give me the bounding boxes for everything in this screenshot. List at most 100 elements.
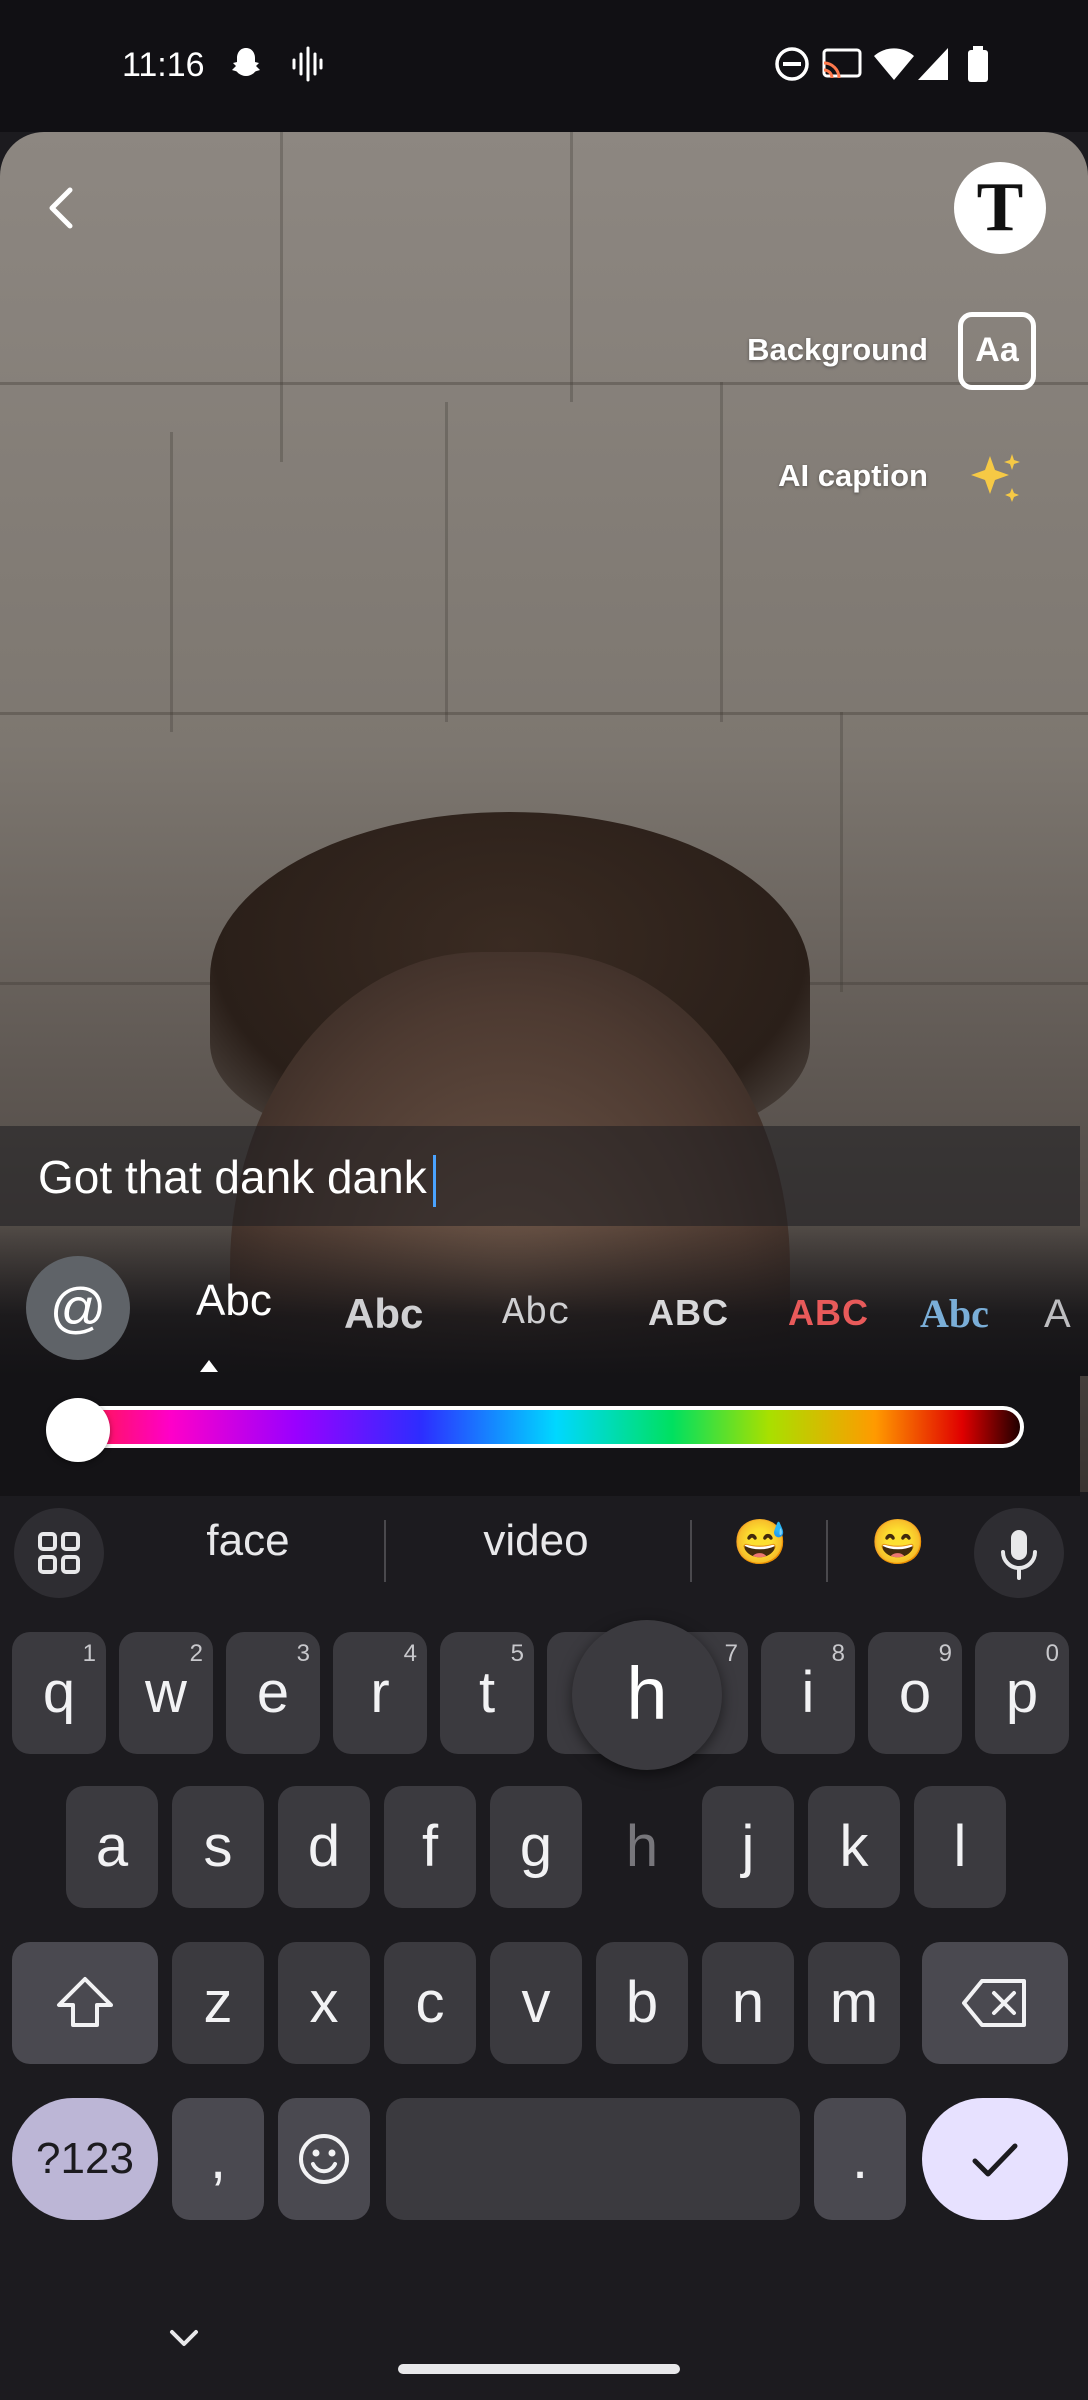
text-tool-button[interactable]: T	[954, 162, 1046, 254]
key-d[interactable]: d	[278, 1786, 370, 1908]
status-time: 11:16	[122, 46, 205, 84]
key-label: w	[145, 1660, 187, 1725]
voice-input-button[interactable]	[974, 1508, 1064, 1598]
font-style-typewriter[interactable]: Abc	[502, 1292, 570, 1335]
keyboard-menu-button[interactable]	[14, 1508, 104, 1598]
key-hint: 9	[938, 1640, 952, 1667]
key-label: e	[256, 1660, 290, 1725]
backspace-key[interactable]	[922, 1942, 1068, 2064]
caption-text: Got that dank dank	[38, 1151, 427, 1203]
key-hint: 2	[189, 1640, 203, 1667]
key-label: p	[1005, 1660, 1039, 1725]
checkmark-icon	[972, 2143, 1018, 2177]
status-bar: 11:16	[0, 0, 1088, 132]
key-hint: 1	[82, 1640, 96, 1667]
key-j[interactable]: j	[702, 1786, 794, 1908]
wall-tile-line	[280, 132, 283, 462]
text-cursor	[432, 1154, 436, 1207]
emoji-key[interactable]	[278, 2098, 370, 2220]
key-z[interactable]: z	[172, 1942, 264, 2064]
caption-bar[interactable]: Got that dank dank	[0, 1126, 1080, 1226]
period-key[interactable]: .	[814, 2098, 906, 2220]
key-hint: 3	[296, 1640, 310, 1667]
key-hint: 4	[403, 1640, 417, 1667]
key-hint: 0	[1045, 1640, 1059, 1667]
apps-grid-icon	[38, 1532, 80, 1574]
key-b[interactable]: b	[596, 1942, 688, 2064]
key-s[interactable]: s	[172, 1786, 264, 1908]
font-style-neon[interactable]: ABC	[788, 1292, 869, 1334]
suggestion-divider	[826, 1520, 828, 1582]
key-hint: 5	[510, 1640, 524, 1667]
key-label: o	[898, 1660, 932, 1725]
backspace-icon	[962, 1979, 1026, 2027]
symbols-key[interactable]: ?123	[12, 2098, 158, 2220]
color-slider-area	[0, 1376, 1080, 1496]
wall-tile-line	[445, 402, 448, 722]
key-r[interactable]: r4	[333, 1632, 427, 1754]
key-f[interactable]: f	[384, 1786, 476, 1908]
ai-caption-label[interactable]: AI caption	[778, 458, 928, 494]
shift-arrow-icon	[57, 1977, 113, 2027]
suggestion-1[interactable]: face	[150, 1516, 346, 1566]
font-style-more[interactable]: A	[1044, 1292, 1071, 1337]
key-w[interactable]: w2	[119, 1632, 213, 1754]
color-slider-track[interactable]	[50, 1406, 1024, 1448]
font-style-label[interactable]: ABC	[648, 1292, 729, 1334]
suggestion-emoji-2[interactable]: 😄	[850, 1516, 946, 1568]
key-v[interactable]: v	[490, 1942, 582, 2064]
shift-key[interactable]	[12, 1942, 158, 2064]
wall-tile-line	[720, 382, 723, 722]
key-a[interactable]: a	[66, 1786, 158, 1908]
key-k[interactable]: k	[808, 1786, 900, 1908]
home-gesture-bar[interactable]	[398, 2364, 680, 2374]
selected-caret-icon	[200, 1360, 218, 1372]
space-key[interactable]	[386, 2098, 800, 2220]
cast-icon	[822, 48, 862, 79]
font-style-blackletter[interactable]: Abc	[920, 1290, 989, 1337]
snapchat-ghost-icon	[232, 48, 260, 76]
key-n[interactable]: n	[702, 1942, 794, 2064]
key-p[interactable]: p0	[975, 1632, 1069, 1754]
key-c[interactable]: c	[384, 1942, 476, 2064]
microphone-icon	[1001, 1530, 1037, 1580]
suggestion-2[interactable]: video	[438, 1516, 634, 1566]
key-i[interactable]: i8	[761, 1632, 855, 1754]
voice-wave-icon	[292, 46, 323, 82]
hide-keyboard-chevron-icon[interactable]	[164, 2318, 204, 2358]
wall-tile-line	[170, 432, 173, 732]
background-toggle-button[interactable]: Aa	[958, 312, 1036, 390]
key-preview-popup: h	[572, 1620, 722, 1770]
key-e[interactable]: e3	[226, 1632, 320, 1754]
wall-tile-line	[570, 132, 573, 402]
key-m[interactable]: m	[808, 1942, 900, 2064]
key-label: i	[801, 1660, 815, 1725]
back-chevron-icon[interactable]	[36, 182, 88, 234]
font-style-bold[interactable]: Abc	[344, 1290, 423, 1338]
suggestion-divider	[384, 1520, 386, 1582]
key-g[interactable]: g	[490, 1786, 582, 1908]
wifi-icon	[874, 48, 914, 80]
mention-button[interactable]: @	[26, 1256, 130, 1360]
key-label: t	[478, 1660, 496, 1725]
wall-tile-line	[0, 712, 1088, 715]
key-o[interactable]: o9	[868, 1632, 962, 1754]
suggestion-divider	[690, 1520, 692, 1582]
key-hint: 8	[831, 1640, 845, 1667]
key-hint: 7	[724, 1640, 738, 1667]
sparkles-icon[interactable]	[966, 450, 1026, 510]
smiley-icon	[299, 2134, 349, 2184]
key-t[interactable]: t5	[440, 1632, 534, 1754]
done-key[interactable]	[922, 2098, 1068, 2220]
key-q[interactable]: q1	[12, 1632, 106, 1754]
key-x[interactable]: x	[278, 1942, 370, 2064]
key-label: r	[370, 1660, 390, 1725]
color-slider-knob[interactable]	[46, 1398, 110, 1462]
suggestion-emoji-1[interactable]: 😅	[712, 1516, 808, 1568]
background-label[interactable]: Background	[747, 332, 928, 368]
caption-text-field[interactable]: Got that dank dank	[38, 1150, 436, 1207]
key-h[interactable]: h	[596, 1786, 688, 1908]
font-style-classic[interactable]: Abc	[196, 1276, 272, 1326]
key-l[interactable]: l	[914, 1786, 1006, 1908]
comma-key[interactable]: ,	[172, 2098, 264, 2220]
